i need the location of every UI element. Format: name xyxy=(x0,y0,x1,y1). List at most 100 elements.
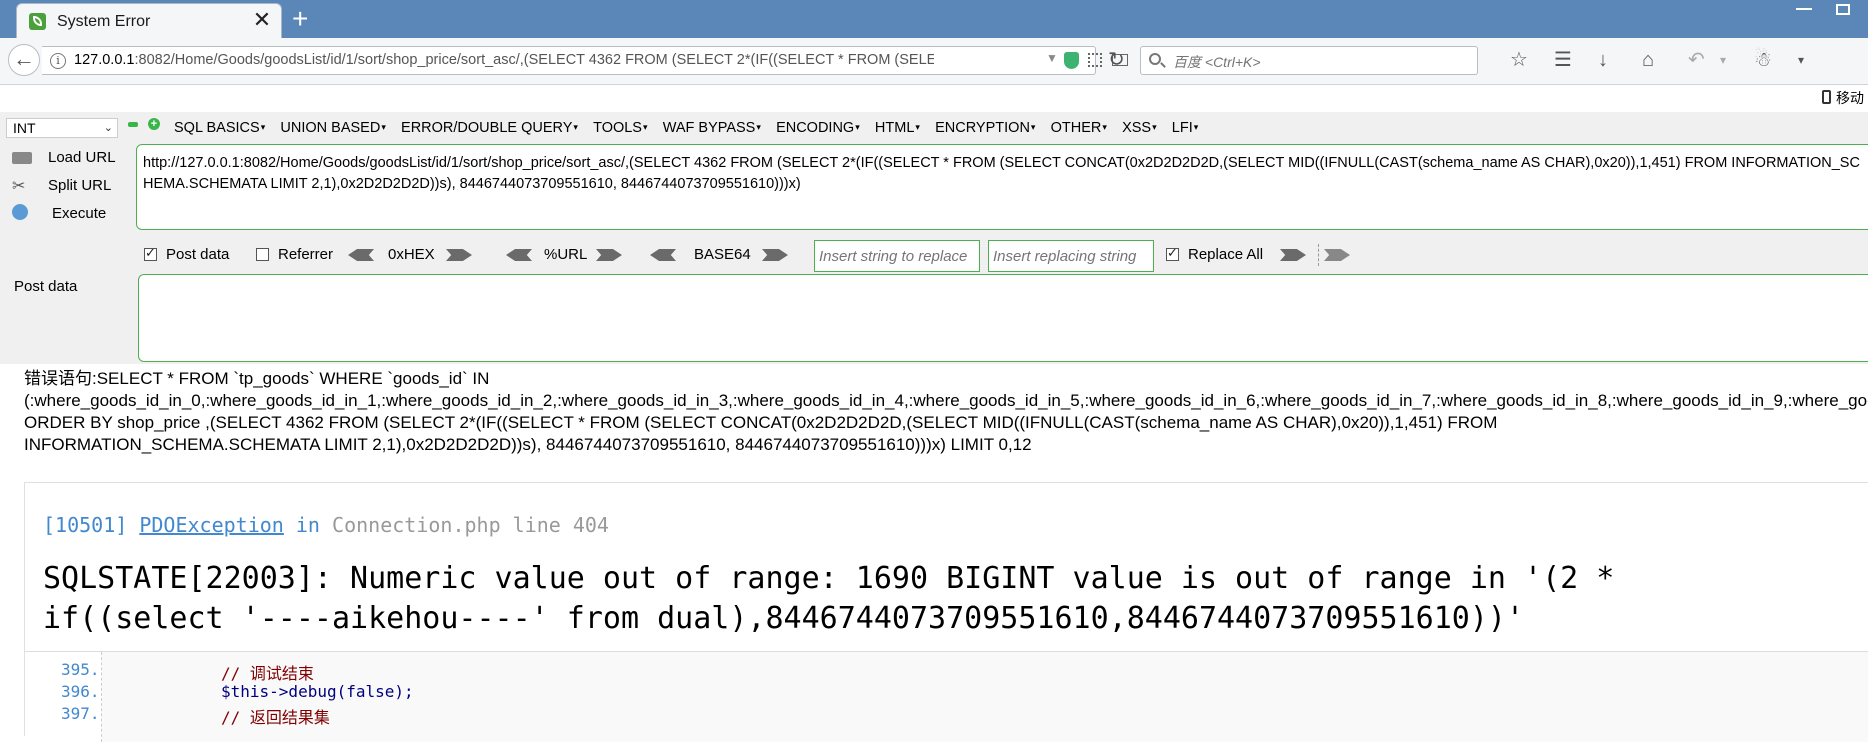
chevron-down-icon[interactable]: ▾ xyxy=(1798,48,1804,72)
url-encode-arrow-icon[interactable] xyxy=(596,249,622,261)
window-maximize-icon[interactable] xyxy=(1836,4,1850,15)
exception-class-link[interactable]: PDOException xyxy=(139,513,284,537)
bookmark-star-icon[interactable]: ☆ xyxy=(1510,48,1528,72)
source-code-block: 395. // 调试结束 396. $this->debug(false); 3… xyxy=(25,651,1868,742)
exception-in: in xyxy=(295,513,320,537)
replace-run-arrow-icon[interactable] xyxy=(1324,249,1350,261)
source-code: $this->debug(false); xyxy=(221,682,414,701)
hex-encode-arrow-icon[interactable] xyxy=(446,249,472,261)
line-number: 395. xyxy=(61,660,100,679)
base64-label: BASE64 xyxy=(694,246,751,263)
error-statement: 错误语句:SELECT * FROM `tp_goods` WHERE `goo… xyxy=(24,368,1868,456)
undo-icon[interactable]: ↶ xyxy=(1688,48,1705,72)
menu-encryption[interactable]: ENCRYPTION xyxy=(935,120,1035,136)
exception-code: [10501] xyxy=(43,513,128,537)
replace-all-checkbox[interactable] xyxy=(1166,245,1179,261)
new-tab-button[interactable]: + xyxy=(292,4,308,34)
post-data-textarea[interactable] xyxy=(138,274,1868,362)
shield-icon[interactable] xyxy=(1064,52,1079,69)
load-url-icon xyxy=(12,152,32,164)
menu-error-double-query[interactable]: ERROR/DOUBLE QUERY xyxy=(401,120,578,136)
chevron-down-icon[interactable]: ▾ xyxy=(1720,48,1726,72)
back-button[interactable]: ← xyxy=(8,44,40,76)
menu-other[interactable]: OTHER xyxy=(1051,120,1107,136)
exception-panel: [10501] PDOException in Connection.php l… xyxy=(24,482,1868,742)
replace-arrow-icon[interactable] xyxy=(1280,249,1306,261)
search-input[interactable] xyxy=(1171,51,1465,73)
split-url-button[interactable]: ✂ Split URL xyxy=(8,174,118,198)
base64-encode-arrow-icon[interactable] xyxy=(762,249,788,261)
window-minimize-icon[interactable] xyxy=(1796,8,1812,10)
menu-html[interactable]: HTML xyxy=(875,120,920,136)
url-host: 127.0.0.1 xyxy=(74,52,135,68)
load-url-button[interactable]: Load URL xyxy=(8,146,118,170)
address-bar[interactable]: i 127.0.0.1:8082/Home/Goods/goodsList/id… xyxy=(42,46,1128,75)
qr-code-icon[interactable] xyxy=(1088,53,1102,67)
decrease-icon[interactable] xyxy=(128,122,138,127)
download-icon[interactable]: ↓ xyxy=(1598,48,1608,72)
mobile-label[interactable]: 移动 xyxy=(1836,88,1864,108)
replace-find-input[interactable] xyxy=(814,240,980,272)
error-statement-line: 错误语句:SELECT * FROM `tp_goods` WHERE `goo… xyxy=(24,369,490,388)
tab-close-icon[interactable]: ✕ xyxy=(249,7,275,33)
exception-message-line: SQLSTATE[22003]: Numeric value out of ra… xyxy=(43,561,1615,596)
error-statement-line: ORDER BY shop_price ,(SELECT 4362 FROM (… xyxy=(24,413,1498,432)
url-path: :8082/Home/Goods/goodsList/id/1/sort/sho… xyxy=(134,52,934,68)
options-row: Post data Referrer 0xHEX %URL BASE64 Rep… xyxy=(144,240,1868,272)
reload-icon[interactable]: ↻ xyxy=(1108,48,1125,72)
increase-icon[interactable]: + xyxy=(148,118,160,130)
split-url-label: Split URL xyxy=(48,177,112,194)
chevron-down-icon: ⌄ xyxy=(103,122,113,134)
url-textarea[interactable]: http://127.0.0.1:8082/Home/Goods/goodsLi… xyxy=(136,144,1868,230)
tab-title: System Error xyxy=(57,13,151,30)
error-statement-line: (:where_goods_id_in_0,:where_goods_id_in… xyxy=(24,391,1868,410)
hackbar-panel: INT ⌄ + SQL BASICS UNION BASED ERROR/DOU… xyxy=(0,112,1868,364)
menu-tools[interactable]: TOOLS xyxy=(593,120,647,136)
site-info-icon[interactable]: i xyxy=(50,53,66,69)
hex-decode-arrow-icon[interactable] xyxy=(348,249,374,261)
replace-with-input[interactable] xyxy=(988,240,1154,272)
bug-icon[interactable]: ☃ xyxy=(1754,48,1772,72)
injection-type-select[interactable]: INT ⌄ xyxy=(6,118,118,138)
menu-sql-basics[interactable]: SQL BASICS xyxy=(174,120,265,136)
mobile-icon xyxy=(1822,90,1831,104)
select-value: INT xyxy=(13,120,36,136)
browser-tab[interactable]: System Error ✕ xyxy=(16,3,282,39)
execute-button[interactable]: Execute xyxy=(8,202,118,226)
exception-message-line: if((select '----aikehou----' from dual),… xyxy=(43,601,1525,636)
url-encode-label: %URL xyxy=(544,246,588,263)
menu-waf-bypass[interactable]: WAF BYPASS xyxy=(663,120,761,136)
address-text[interactable]: 127.0.0.1:8082/Home/Goods/goodsList/id/1… xyxy=(74,52,934,68)
base64-decode-arrow-icon[interactable] xyxy=(650,249,676,261)
execute-label: Execute xyxy=(52,205,107,222)
load-url-label: Load URL xyxy=(48,149,116,166)
title-bar: System Error ✕ + xyxy=(0,0,1868,39)
home-icon[interactable]: ⌂ xyxy=(1642,48,1654,72)
bookmarks-list-icon[interactable]: ☰ xyxy=(1554,48,1572,72)
referrer-checkbox-label: Referrer xyxy=(278,246,334,263)
search-icon xyxy=(1149,53,1161,65)
divider xyxy=(1318,244,1319,266)
site-favicon-icon xyxy=(29,13,46,30)
url-decode-arrow-icon[interactable] xyxy=(506,249,532,261)
error-statement-line: INFORMATION_SCHEMA.SCHEMATA LIMIT 2,1),0… xyxy=(24,435,1032,454)
play-icon xyxy=(12,204,28,220)
menu-encoding[interactable]: ENCODING xyxy=(776,120,860,136)
hackbar-menu: SQL BASICS UNION BASED ERROR/DOUBLE QUER… xyxy=(174,119,1209,139)
replace-all-label: Replace All xyxy=(1188,246,1264,263)
scissors-icon: ✂ xyxy=(12,178,26,195)
hex-label: 0xHEX xyxy=(388,246,435,263)
post-data-label: Post data xyxy=(14,278,78,295)
line-number: 396. xyxy=(61,682,100,701)
search-bar[interactable] xyxy=(1140,46,1478,75)
menu-union-based[interactable]: UNION BASED xyxy=(280,120,385,136)
exception-file-line: Connection.php line 404 xyxy=(332,513,609,537)
post-data-checkbox-label: Post data xyxy=(166,246,230,263)
menu-xss[interactable]: XSS xyxy=(1122,120,1157,136)
chevron-down-icon[interactable]: ▼ xyxy=(1046,51,1058,65)
referrer-checkbox[interactable] xyxy=(256,248,269,261)
source-code: // 调试结束 xyxy=(221,664,314,683)
post-data-checkbox[interactable] xyxy=(144,245,157,261)
navigation-bar: ← i 127.0.0.1:8082/Home/Goods/goodsList/… xyxy=(0,38,1868,85)
menu-lfi[interactable]: LFI xyxy=(1172,120,1198,136)
